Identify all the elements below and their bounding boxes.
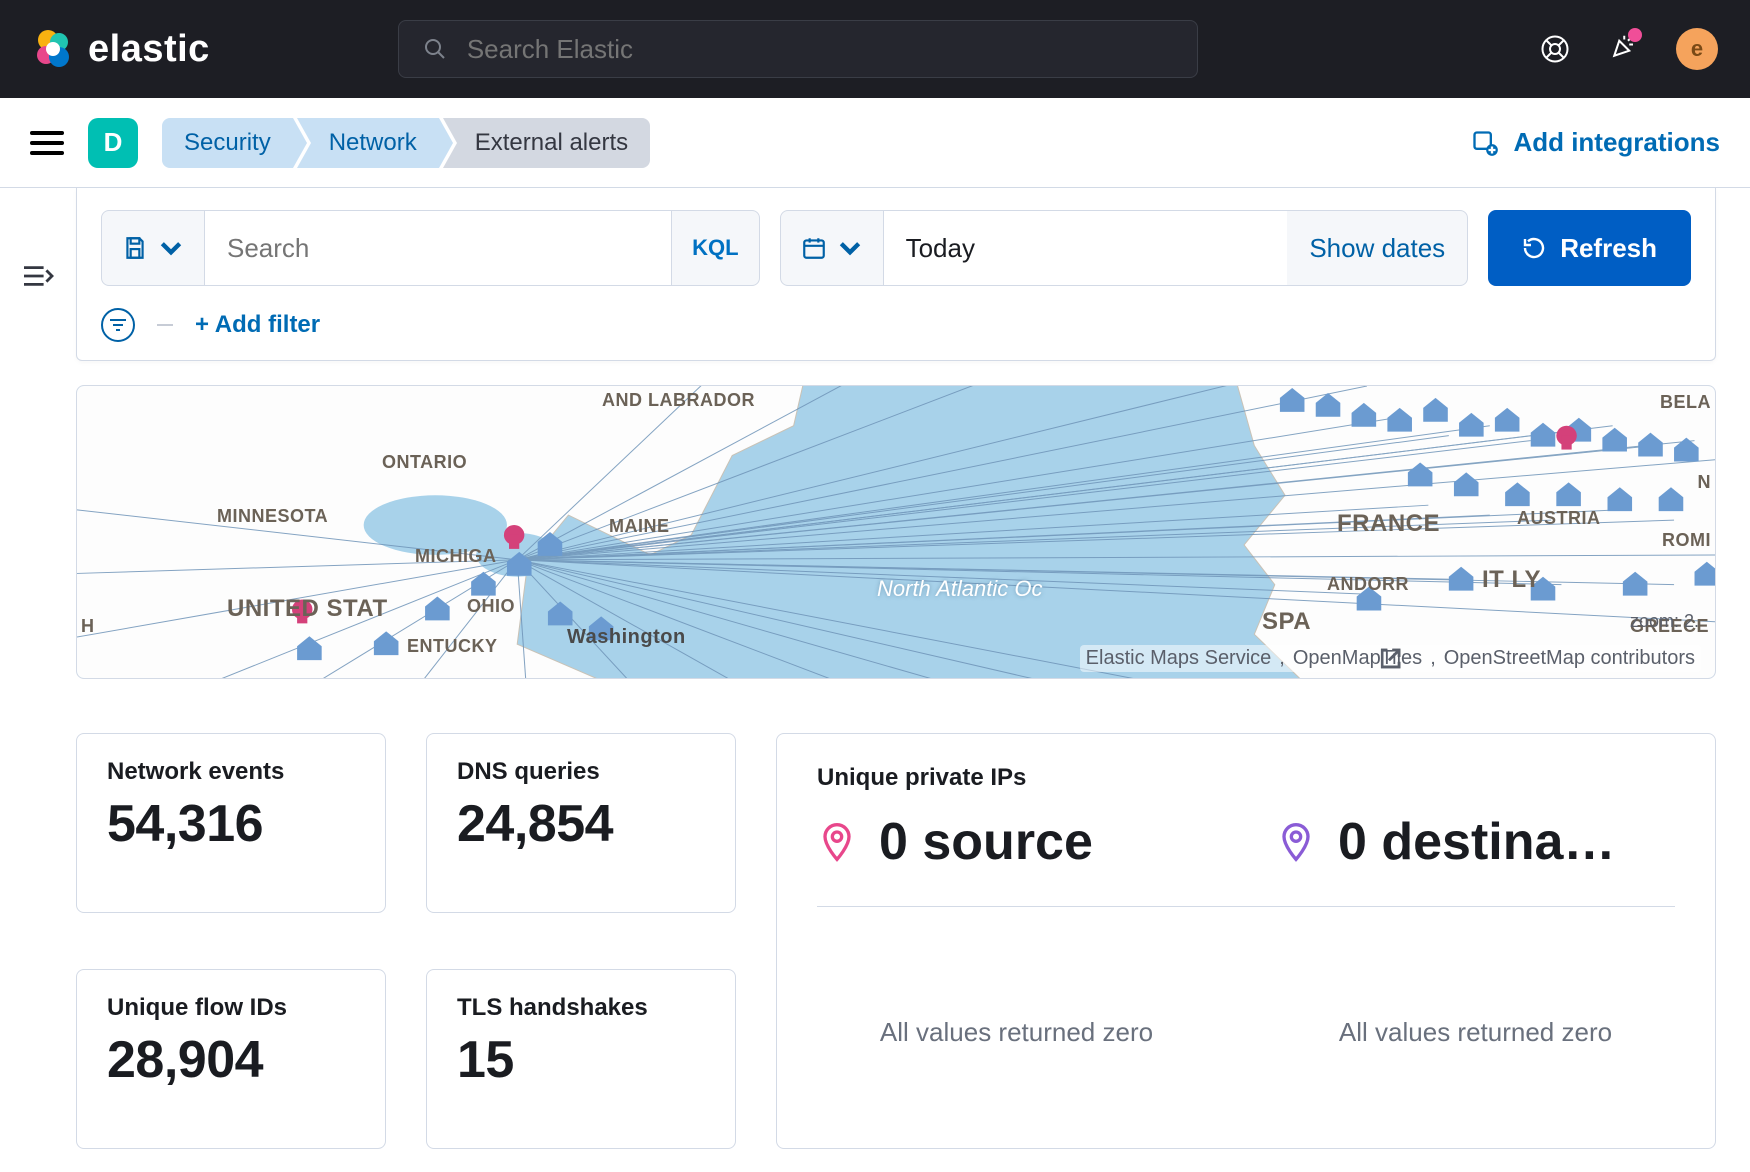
zero-note-source: All values returned zero [817,1017,1216,1048]
map-label: N [1698,472,1712,493]
notification-dot [1628,28,1642,42]
map-label: MAINE [609,516,670,537]
map-attribution: Elastic Maps Service , OpenMapTiles , Op… [1080,645,1701,672]
zero-note-destination: All values returned zero [1276,1017,1675,1048]
saved-query-button[interactable] [102,211,204,285]
breadcrumb-security[interactable]: Security [162,118,293,168]
map-zoom-label: zoom: 2. [1630,611,1699,632]
refresh-icon [1522,236,1546,260]
global-search[interactable] [398,20,1198,78]
date-picker: Today Show dates [780,210,1469,286]
news-feed-button[interactable] [1608,32,1638,67]
map-label: H [81,616,95,637]
calendar-icon [801,235,827,261]
timeline-rail [0,188,76,1172]
map-label: MINNESOTA [217,506,328,527]
expand-rail-icon[interactable] [21,262,55,290]
kql-toggle[interactable]: KQL [671,211,758,285]
stat-value: 15 [457,1030,705,1090]
stat-tls-handshakes: TLS handshakes 15 [426,969,736,1149]
external-link-icon [1080,645,1701,672]
kql-search-input[interactable] [204,211,671,285]
stat-dns-queries: DNS queries 24,854 [426,733,736,913]
logo-text: elastic [88,28,210,71]
map-label: SPA [1262,608,1311,636]
map-label: UNITED STAT [227,596,388,622]
stat-label: TLS handshakes [457,994,705,1022]
elastic-logo-icon [32,28,74,70]
chevron-down-icon [158,235,184,261]
map-label: ENTUCKY [407,636,498,657]
stat-value: 24,854 [457,794,705,854]
stat-unique-flow-ids: Unique flow IDs 28,904 [76,969,386,1149]
refresh-label: Refresh [1560,233,1657,264]
stat-label: DNS queries [457,758,705,786]
logo[interactable]: elastic [32,28,210,71]
network-map[interactable]: AND LABRADOR ONTARIO MINNESOTA MICHIGA M… [76,385,1716,679]
filter-divider [157,324,173,326]
source-ip-value: 0 source [879,812,1093,872]
map-ocean-label: North Atlantic Oc [877,576,1042,602]
breadcrumbs: Security Network External alerts [162,118,650,168]
show-dates-link[interactable]: Show dates [1287,233,1467,264]
map-label: ANDORR [1327,574,1409,595]
add-integrations-icon [1471,129,1499,157]
destination-ip-value: 0 destina… [1338,812,1615,872]
stat-network-events: Network events 54,316 [76,733,386,913]
filter-options-button[interactable] [101,308,135,342]
stat-label: Unique flow IDs [107,994,355,1022]
destination-pin-icon [1276,822,1316,862]
date-quick-select[interactable] [781,211,883,285]
global-header: elastic e [0,0,1750,98]
map-label: ROMI [1662,530,1711,551]
stat-label: Network events [107,758,355,786]
add-integrations-link[interactable]: Add integrations [1471,127,1720,158]
source-pin-icon [817,822,857,862]
global-search-input[interactable] [465,33,1173,66]
help-icon[interactable] [1540,34,1570,64]
map-svg [77,386,1715,678]
add-filter-button[interactable]: + Add filter [195,311,320,339]
map-label: MICHIGA [415,546,497,567]
search-icon [423,37,447,61]
user-avatar[interactable]: e [1676,28,1718,70]
breadcrumb-external-alerts: External alerts [443,118,650,168]
refresh-button[interactable]: Refresh [1488,210,1691,286]
query-bar: KQL Today Show dates [76,188,1716,361]
map-label: Washington [567,626,686,649]
nav-toggle-button[interactable] [30,131,64,155]
stat-value: 28,904 [107,1030,355,1090]
map-label: FRANCE [1337,510,1440,538]
map-label: ONTARIO [382,452,467,473]
map-label: OHIO [467,596,515,617]
stat-unique-private-ips: Unique private IPs 0 source [776,733,1716,1149]
map-label: AND LABRADOR [602,390,755,411]
chevron-down-icon [837,235,863,261]
map-label: BELA [1660,392,1711,413]
stat-label: Unique private IPs [817,764,1675,792]
stat-value: 54,316 [107,794,355,854]
add-integrations-label: Add integrations [1513,127,1720,158]
space-selector[interactable]: D [88,118,138,168]
save-icon [122,235,148,261]
date-range-display[interactable]: Today [883,211,1288,285]
stats-grid: Network events 54,316 DNS queries 24,854… [76,733,1716,1149]
breadcrumb-bar: D Security Network External alerts Add i… [0,98,1750,188]
map-label: IT LY [1482,566,1541,594]
map-label: AUSTRIA [1517,508,1601,529]
filter-icon [109,316,127,334]
search-box: KQL [101,210,760,286]
breadcrumb-network[interactable]: Network [297,118,439,168]
